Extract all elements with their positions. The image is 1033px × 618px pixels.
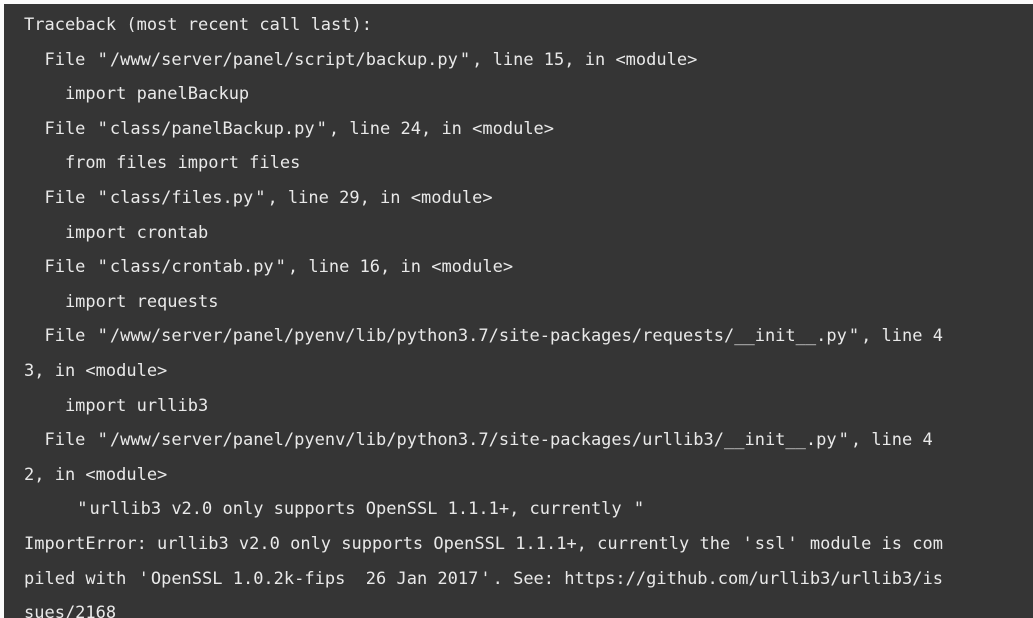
quote-glyph: " [316, 118, 327, 139]
traceback-line: import crontab [24, 222, 209, 243]
quote-glyph: ' [742, 533, 753, 554]
traceback-line: File "/www/server/panel/pyenv/lib/python… [24, 423, 1033, 458]
quote-glyph: " [838, 430, 849, 451]
traceback-line: File "/www/server/panel/script/backup.py… [24, 43, 1033, 78]
traceback-line: sues/2168 [24, 603, 117, 618]
traceback-line: ImportError: urllib3 v2.0 only supports … [24, 527, 1033, 562]
traceback-line: Traceback (most recent call last): [24, 15, 372, 35]
traceback-line: " urllib3 v2.0 only supports OpenSSL 1.1.… [24, 492, 1033, 527]
quote-glyph: " [633, 499, 645, 520]
quote-glyph: " [97, 257, 108, 278]
traceback-line: import panelBackup [24, 84, 250, 105]
quote-glyph: " [77, 499, 88, 520]
quote-glyph: ' [138, 568, 149, 589]
console-panel[interactable]: Traceback (most recent call last): File … [0, 0, 1033, 618]
quote-glyph: ' [787, 533, 798, 554]
traceback-line: 3, in <module> [24, 360, 168, 381]
quote-glyph: " [275, 257, 286, 278]
quote-glyph: ' [480, 568, 491, 589]
quote-glyph: " [97, 326, 108, 347]
traceback-line: piled with ' OpenSSL 1.0.2k-fips 26 Jan 2… [24, 562, 1033, 597]
quote-glyph: " [97, 430, 108, 451]
traceback-line: from files import files [24, 153, 301, 174]
traceback-line: import requests [24, 291, 219, 312]
quote-glyph: " [255, 187, 266, 208]
traceback-output[interactable]: Traceback (most recent call last): File … [4, 4, 1033, 618]
traceback-line: import urllib3 [24, 395, 209, 416]
traceback-line: 2, in <module> [24, 464, 168, 485]
traceback-line: File "/www/server/panel/pyenv/lib/python… [24, 319, 1033, 354]
quote-glyph: " [97, 49, 108, 70]
quote-glyph: " [97, 187, 108, 208]
quote-glyph: " [459, 49, 471, 70]
traceback-line: File " class/files.py ", line 29, in <modu… [24, 181, 1033, 216]
quote-glyph: " [97, 118, 108, 139]
traceback-line: File " class/crontab.py ", line 16, in <mo… [24, 250, 1033, 285]
traceback-line: File " class/panelBackup.py ", line 24, in… [24, 112, 1033, 147]
quote-glyph: " [848, 326, 860, 347]
